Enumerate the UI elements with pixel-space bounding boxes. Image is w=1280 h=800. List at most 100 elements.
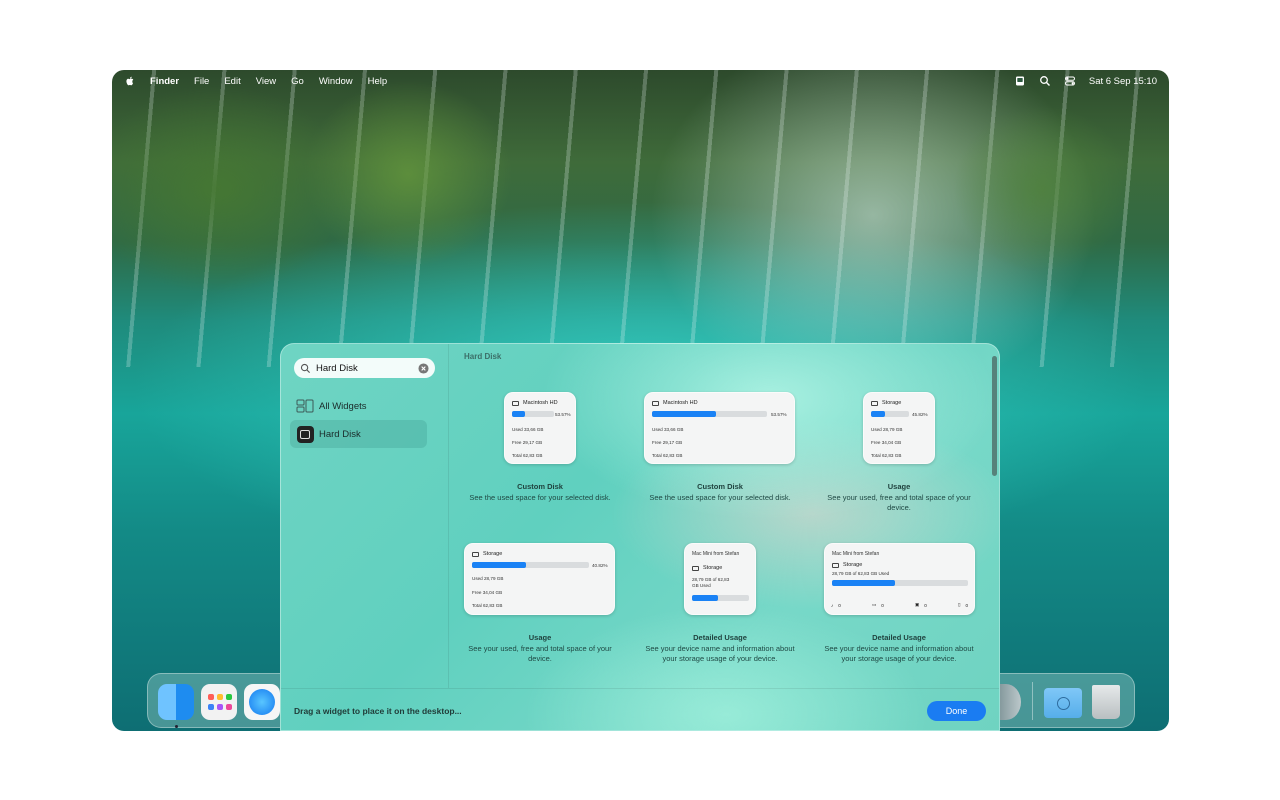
usage-summary: 28,79 GB of 62,83 GB Used: [692, 577, 730, 588]
widget-description: See your used, free and total space of y…: [468, 644, 612, 663]
device-name: Mac Mini from Stefan: [832, 551, 880, 557]
widget-title: Detailed Usage: [872, 633, 926, 642]
widget-title: Usage: [887, 482, 911, 491]
music-count: 0: [838, 602, 841, 608]
desktop: Finder File Edit View Go Window Help Sat…: [112, 70, 1169, 731]
apple-icon[interactable]: [124, 75, 136, 87]
usage-bar-fill: [652, 411, 717, 417]
document-count: 0: [965, 602, 968, 608]
disk-icon: [652, 400, 659, 406]
widget-preview-usage-medium[interactable]: Storage 40.82% Used 28,79 GB Free 34,04 …: [464, 543, 615, 615]
disk-icon: [512, 400, 519, 406]
hard-disk-status-icon[interactable]: [1014, 75, 1026, 87]
usage-bar-fill: [512, 411, 525, 417]
search-icon: [300, 363, 311, 373]
usage-bar: [512, 411, 554, 417]
clear-search-icon[interactable]: [418, 362, 429, 374]
widget-preview-custom-disk-medium[interactable]: Macintosh HD 53.57% Used 33,66 GB Free 2…: [644, 392, 795, 464]
menu-help[interactable]: Help: [368, 76, 388, 87]
document-icon: ▯: [957, 602, 961, 607]
menu-bar-clock[interactable]: Sat 6 Sep 15:10: [1089, 76, 1157, 87]
usage-percent: 40.82%: [592, 563, 608, 568]
disk-name: Storage: [703, 565, 723, 571]
widget-preview-detailed-usage-small[interactable]: Mac Mini from Stefan Storage 28,79 GB of…: [684, 543, 756, 615]
widget-caption: Usage See your used, free and total spac…: [465, 633, 615, 663]
total-space: Total 62,83 GB: [472, 603, 503, 608]
menu-edit[interactable]: Edit: [224, 76, 240, 87]
dock-trash-icon[interactable]: [1092, 685, 1120, 719]
widget-title: Custom Disk: [517, 482, 563, 491]
free-space: Free 34,04 GB: [472, 590, 503, 595]
used-space: Used 28,79 GB: [472, 576, 504, 581]
menu-view[interactable]: View: [256, 76, 276, 87]
total-space: Total 62,83 GB: [652, 453, 683, 458]
usage-bar: [692, 595, 749, 601]
menu-window[interactable]: Window: [319, 76, 353, 87]
disk-name: Macintosh HD: [523, 400, 558, 406]
widget-caption: Detailed Usage See your device name and …: [824, 633, 974, 663]
usage-bar-fill: [832, 580, 895, 586]
dock-finder-icon[interactable]: [158, 684, 194, 728]
usage-bar: [832, 580, 968, 586]
disk-icon: [472, 551, 479, 557]
disk-name: Storage: [483, 551, 503, 557]
usage-bar-fill: [472, 562, 526, 568]
search-input[interactable]: [316, 362, 412, 374]
used-space: Used 33,66 GB: [512, 427, 544, 432]
total-space: Total 62,83 GB: [512, 453, 543, 458]
sidebar-item-label: All Widgets: [319, 400, 367, 412]
usage-bar-fill: [871, 411, 886, 417]
photo-icon: ▣: [914, 602, 920, 607]
control-center-icon[interactable]: [1064, 75, 1076, 87]
hard-disk-app-icon: [296, 425, 314, 443]
usage-percent: 53.57%: [555, 412, 571, 417]
photo-count: 0: [924, 602, 927, 608]
menu-file[interactable]: File: [194, 76, 209, 87]
dock-downloads-folder-icon[interactable]: [1044, 688, 1082, 718]
widget-caption: Detailed Usage See your device name and …: [645, 633, 795, 663]
disk-name: Storage: [843, 562, 863, 568]
free-space: Free 29,17 GB: [652, 440, 683, 445]
usage-bar-fill: [692, 595, 719, 601]
menu-finder[interactable]: Finder: [150, 76, 179, 87]
usage-bar: [871, 411, 909, 417]
widget-caption: Usage See your used, free and total spac…: [824, 482, 974, 512]
spotlight-search-icon[interactable]: [1039, 75, 1051, 87]
music-icon: ♪: [831, 602, 834, 608]
widget-description: See the used space for your selected dis…: [649, 493, 791, 502]
widget-preview-usage-small[interactable]: Storage 45.82% Used 28,79 GB Free 34,04 …: [863, 392, 935, 464]
widget-title: Usage: [528, 633, 552, 642]
video-count: 0: [881, 602, 884, 608]
menu-bar: Finder File Edit View Go Window Help Sat…: [112, 70, 1169, 92]
usage-percent: 45.82%: [912, 412, 928, 417]
disk-icon: [871, 400, 878, 406]
widget-description: See your used, free and total space of y…: [827, 493, 971, 512]
widget-description: See your device name and information abo…: [824, 644, 974, 663]
widget-description: See your device name and information abo…: [645, 644, 795, 663]
widget-title: Detailed Usage: [693, 633, 747, 642]
usage-bar: [652, 411, 767, 417]
menu-go[interactable]: Go: [291, 76, 304, 87]
widget-preview-custom-disk-small[interactable]: Macintosh HD 53.57% Used 33,66 GB Free 2…: [504, 392, 576, 464]
drag-hint: Drag a widget to place it on the desktop…: [294, 706, 462, 716]
used-space: Used 33,66 GB: [652, 427, 684, 432]
dock-safari-icon[interactable]: [244, 684, 280, 720]
sidebar-item-all-widgets[interactable]: All Widgets: [290, 392, 427, 420]
section-title: Hard Disk: [464, 352, 502, 361]
used-space: Used 28,79 GB: [871, 427, 903, 432]
video-icon: ▭: [871, 602, 877, 607]
disk-name: Macintosh HD: [663, 400, 698, 406]
dock-launchpad-icon[interactable]: [201, 684, 237, 720]
usage-percent: 53.57%: [771, 412, 787, 417]
free-space: Free 34,04 GB: [871, 440, 902, 445]
disk-name: Storage: [882, 400, 902, 406]
widget-preview-detailed-usage-medium[interactable]: Mac Mini from Stefan Storage 28,79 GB of…: [824, 543, 975, 615]
disk-icon: [692, 565, 699, 571]
widget-gallery-sidebar: All Widgets Hard Disk: [281, 344, 449, 688]
scrollbar-thumb[interactable]: [992, 356, 997, 476]
widget-search-field[interactable]: [294, 358, 435, 378]
widget-title: Custom Disk: [697, 482, 743, 491]
done-button[interactable]: Done: [927, 701, 986, 721]
all-widgets-icon: [296, 397, 314, 415]
sidebar-item-hard-disk[interactable]: Hard Disk: [290, 420, 427, 448]
